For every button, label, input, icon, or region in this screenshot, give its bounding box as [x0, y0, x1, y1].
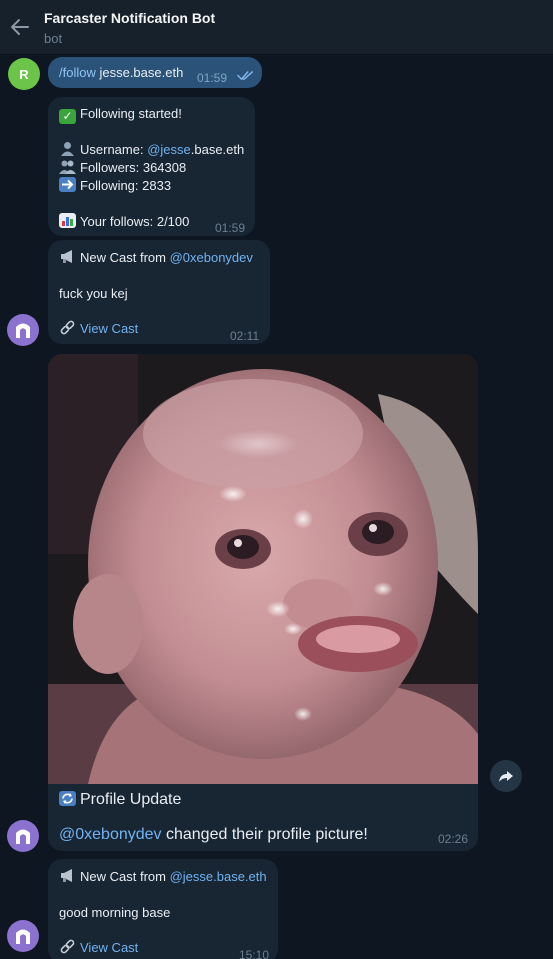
check-mark-icon: ✓	[59, 109, 76, 124]
your-follows: Your follows: 2/100	[80, 214, 190, 229]
loudspeaker-icon	[59, 868, 76, 883]
bot-avatar[interactable]	[7, 314, 39, 346]
chat-header: Farcaster Notification Bot bot	[0, 0, 553, 55]
forward-arrow-icon	[499, 771, 513, 782]
message-new-cast[interactable]: New Cast from @0xebonydev fuck you kej V…	[48, 240, 270, 344]
arch-logo-icon	[16, 323, 30, 338]
right-arrow-icon	[59, 177, 76, 192]
bar-chart-icon	[59, 213, 76, 228]
profile-update-title: Profile Update	[80, 791, 182, 808]
command-argument: jesse.base.eth	[95, 65, 184, 80]
message-time: 02:26	[438, 832, 469, 846]
command-link[interactable]: /follow	[59, 65, 96, 80]
bot-avatar[interactable]	[7, 920, 39, 952]
message-time: 01:59	[215, 221, 246, 235]
forward-button[interactable]	[490, 760, 522, 792]
view-cast-link[interactable]: View Cast	[80, 321, 138, 336]
double-check-icon	[237, 71, 254, 80]
profile-picture-image[interactable]	[48, 354, 478, 784]
cast-title-prefix: New Cast from	[80, 869, 170, 884]
cast-author-link[interactable]: @0xebonydev	[170, 250, 253, 265]
cast-author-link[interactable]: @jesse.base.eth	[170, 869, 267, 884]
users-group-icon	[59, 159, 76, 174]
message-time: 01:59	[197, 71, 228, 85]
link-icon	[59, 320, 76, 335]
back-arrow-icon[interactable]	[8, 15, 32, 39]
refresh-icon	[59, 791, 76, 806]
message-follow-command[interactable]: /follow jesse.base.eth 01:59	[48, 57, 262, 88]
profile-update-text: changed their profile picture!	[161, 826, 368, 843]
view-cast-link[interactable]: View Cast	[80, 940, 138, 955]
message-following-started[interactable]: ✓ Following started! Username: @jesse.bas…	[48, 97, 255, 236]
username-rest: .base.eth	[190, 142, 245, 157]
followers-count: Followers: 364308	[80, 160, 187, 175]
message-time: 02:11	[230, 329, 260, 343]
cast-text: good morning base	[59, 905, 171, 920]
username-link[interactable]: @jesse	[147, 142, 191, 157]
message-profile-update[interactable]: Profile Update @0xebonydev changed their…	[48, 354, 478, 851]
link-icon	[59, 939, 76, 954]
following-count: Following: 2833	[80, 178, 172, 193]
message-new-cast[interactable]: New Cast from @jesse.base.eth good morni…	[48, 859, 278, 959]
user-silhouette-icon	[59, 141, 76, 156]
user-avatar[interactable]: R	[8, 58, 40, 90]
username-label: Username:	[80, 142, 148, 157]
cast-text: fuck you kej	[59, 286, 128, 301]
cast-title-prefix: New Cast from	[80, 250, 170, 265]
chat-title[interactable]: Farcaster Notification Bot	[44, 10, 215, 26]
following-started-title: Following started!	[80, 106, 182, 121]
loudspeaker-icon	[59, 249, 76, 264]
profile-handle-link[interactable]: @0xebonydev	[59, 826, 162, 843]
arch-logo-icon	[16, 829, 30, 844]
message-time: 15:10	[239, 948, 270, 959]
bot-avatar[interactable]	[7, 820, 39, 852]
message-list[interactable]: R /follow jesse.base.eth 01:59 ✓ Followin…	[0, 55, 553, 959]
arch-logo-icon	[16, 929, 30, 944]
chat-subtitle: bot	[44, 31, 63, 46]
